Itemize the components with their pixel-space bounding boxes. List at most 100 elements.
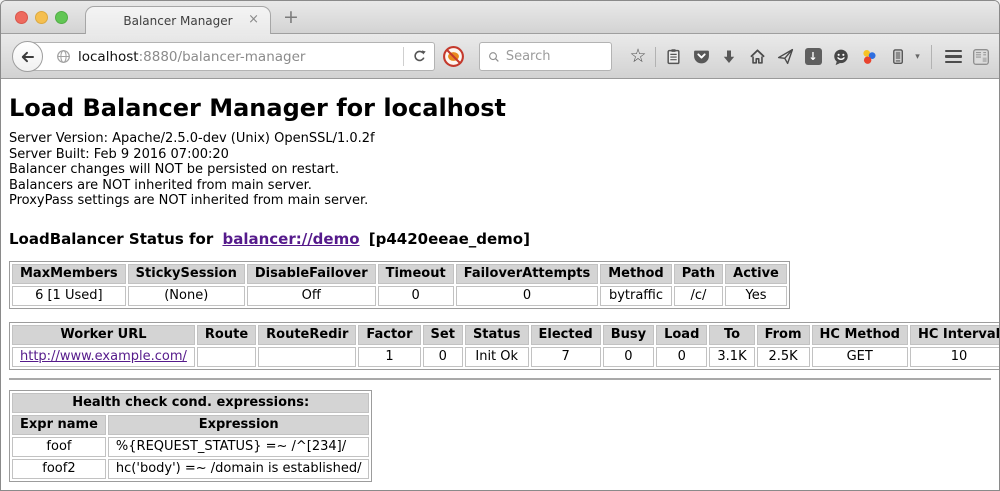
- search-bar[interactable]: [479, 42, 612, 71]
- panel-extension-icon[interactable]: [883, 48, 911, 65]
- cell-maxmembers: 6 [1 Used]: [12, 286, 126, 306]
- status-heading-suffix: [p4420eeae_demo]: [364, 230, 530, 248]
- cell-from: 2.5K: [757, 347, 810, 367]
- downloads-icon[interactable]: [715, 49, 743, 65]
- search-input[interactable]: [506, 49, 603, 64]
- colored-dots-extension-icon[interactable]: [855, 48, 883, 66]
- col-load: Load: [656, 325, 707, 345]
- tab-title: Balancer Manager: [123, 14, 232, 28]
- home-icon[interactable]: [743, 48, 771, 65]
- col-hc-method: HC Method: [812, 325, 908, 345]
- cell-set: 0: [423, 347, 463, 367]
- col-maxmembers: MaxMembers: [12, 264, 126, 284]
- col-expression: Expression: [108, 415, 370, 435]
- cell-expr-name: foof: [12, 437, 106, 457]
- balancers-notice-line: Balancers are NOT inherited from main se…: [9, 178, 991, 194]
- cell-status: Init Ok: [465, 347, 529, 367]
- url-path: :8880/balancer-manager: [139, 49, 306, 65]
- reading-list-icon[interactable]: [659, 48, 687, 65]
- server-info: Server Version: Apache/2.5.0-dev (Unix) …: [9, 131, 991, 209]
- server-built-line: Server Built: Feb 9 2016 07:00:20: [9, 147, 991, 163]
- cell-disablefailover: Off: [247, 286, 376, 306]
- bookmark-star-icon[interactable]: ☆: [624, 47, 652, 66]
- status-heading-prefix: LoadBalancer Status for: [9, 230, 218, 248]
- col-set: Set: [423, 325, 463, 345]
- balancer-params-header-row: MaxMembers StickySession DisableFailover…: [12, 264, 787, 284]
- col-busy: Busy: [603, 325, 654, 345]
- worker-url-link[interactable]: http://www.example.com/: [20, 349, 187, 364]
- page-title: Load Balancer Manager for localhost: [9, 94, 991, 122]
- toolbar-icons: ☆: [624, 34, 995, 79]
- cell-timeout: 0: [378, 286, 454, 306]
- pocket-icon[interactable]: [687, 48, 715, 65]
- section-divider: [9, 378, 991, 380]
- worker-header-row: Worker URL Route RouteRedir Factor Set S…: [12, 325, 999, 345]
- tab-close-icon[interactable]: ×: [248, 12, 259, 27]
- col-routeredir: RouteRedir: [258, 325, 356, 345]
- health-row: foof %{REQUEST_STATUS} =~ /^[234]/: [12, 437, 369, 457]
- cell-routeredir: [258, 347, 356, 367]
- window-minimize-button[interactable]: [35, 11, 48, 24]
- col-stickysession: StickySession: [128, 264, 245, 284]
- chat-smiley-icon[interactable]: [827, 48, 855, 66]
- url-domain: localhost: [78, 49, 139, 65]
- url-bar[interactable]: localhost:8880/balancer-manager: [28, 42, 435, 71]
- tab-bar: Balancer Manager × +: [1, 1, 999, 34]
- health-header-row: Expr name Expression: [12, 415, 369, 435]
- cell-expr-name: foof2: [12, 459, 106, 479]
- cell-expression: hc('body') =~ /domain is established/: [108, 459, 370, 479]
- cell-expression: %{REQUEST_STATUS} =~ /^[234]/: [108, 437, 370, 457]
- window-zoom-button[interactable]: [55, 11, 68, 24]
- toolbar-divider: [655, 47, 656, 67]
- col-to: To: [709, 325, 754, 345]
- cell-hc-method: GET: [812, 347, 908, 367]
- health-check-table: Health check cond. expressions: Expr nam…: [9, 390, 372, 482]
- col-method: Method: [600, 264, 671, 284]
- col-expr-name: Expr name: [12, 415, 106, 435]
- download-badge-arrow-icon: ↓: [805, 48, 822, 65]
- cell-hc-interval: 10: [910, 347, 999, 367]
- col-status: Status: [465, 325, 529, 345]
- persist-notice-line: Balancer changes will NOT be persisted o…: [9, 162, 991, 178]
- reload-button[interactable]: [404, 49, 434, 64]
- worker-row: http://www.example.com/ 1 0 Init Ok 7 0 …: [12, 347, 999, 367]
- reload-icon: [412, 49, 427, 64]
- col-factor: Factor: [358, 325, 420, 345]
- col-elected: Elected: [531, 325, 601, 345]
- health-row: foof2 hc('body') =~ /domain is establish…: [12, 459, 369, 479]
- toolbar-divider: [931, 45, 932, 69]
- balancer-params-row: 6 [1 Used] (None) Off 0 0 bytraffic /c/ …: [12, 286, 787, 306]
- back-arrow-icon: [19, 49, 36, 65]
- worker-table: Worker URL Route RouteRedir Factor Set S…: [9, 322, 999, 370]
- send-page-icon[interactable]: [771, 48, 799, 65]
- menu-hamburger-icon[interactable]: [939, 50, 967, 64]
- tab-balancer-manager[interactable]: Balancer Manager ×: [85, 6, 271, 34]
- col-route: Route: [197, 325, 256, 345]
- new-tab-button[interactable]: +: [283, 6, 299, 28]
- cell-method: bytraffic: [600, 286, 671, 306]
- balancer-demo-link[interactable]: balancer://demo: [222, 230, 359, 248]
- cell-elected: 7: [531, 347, 601, 367]
- col-from: From: [757, 325, 810, 345]
- tab-groups-icon[interactable]: [967, 48, 995, 66]
- download-helper-icon[interactable]: ↓: [799, 48, 827, 65]
- col-failoverattempts: FailoverAttempts: [456, 264, 599, 284]
- browser-window: Balancer Manager × + localhost:8880/bala…: [0, 0, 1000, 491]
- plugin-blocked-icon[interactable]: [442, 45, 465, 72]
- cell-busy: 0: [603, 347, 654, 367]
- cell-worker-url: http://www.example.com/: [12, 347, 195, 367]
- proxypass-notice-line: ProxyPass settings are NOT inherited fro…: [9, 193, 991, 209]
- site-globe-icon: [56, 49, 71, 64]
- cell-factor: 1: [358, 347, 420, 367]
- col-active: Active: [725, 264, 787, 284]
- cell-path: /c/: [674, 286, 723, 306]
- balancer-params-table: MaxMembers StickySession DisableFailover…: [9, 261, 790, 309]
- window-close-button[interactable]: [15, 11, 28, 24]
- col-hc-interval: HC Interval: [910, 325, 999, 345]
- cell-route: [197, 347, 256, 367]
- col-disablefailover: DisableFailover: [247, 264, 376, 284]
- overflow-caret-icon[interactable]: ▾: [911, 52, 924, 62]
- cell-stickysession: (None): [128, 286, 245, 306]
- back-button[interactable]: [12, 41, 43, 72]
- loadbalancer-status-heading: LoadBalancer Status for balancer://demo …: [9, 230, 991, 248]
